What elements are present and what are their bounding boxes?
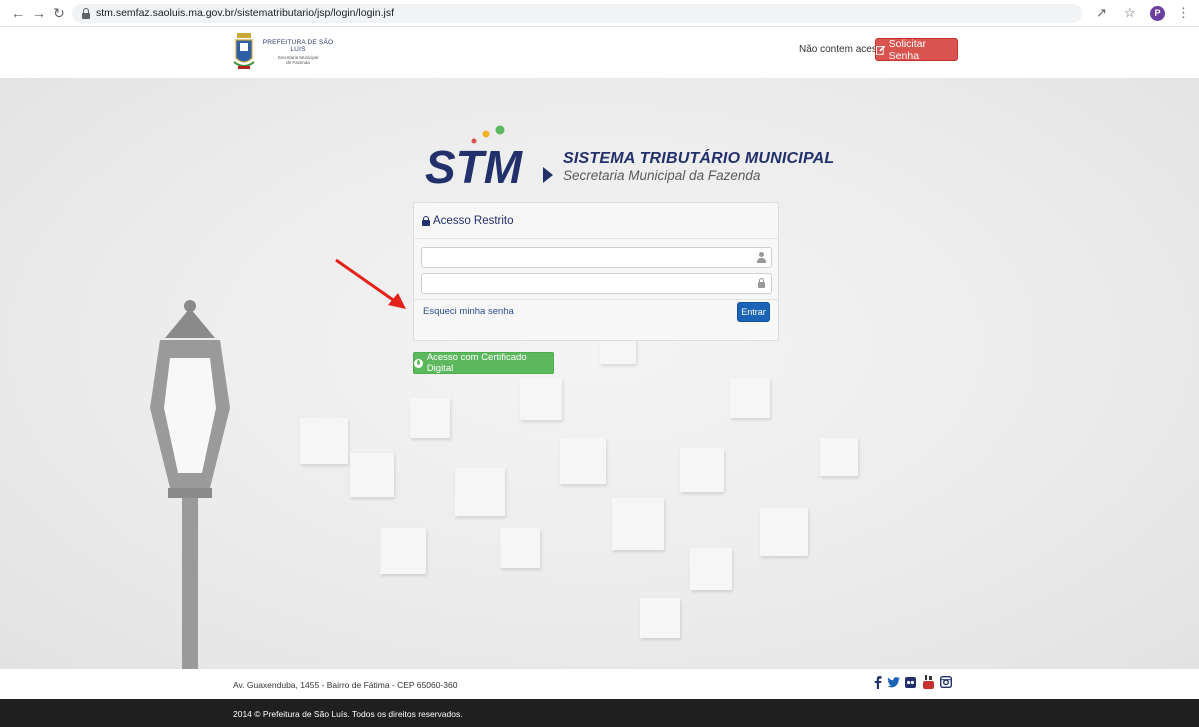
reload-icon[interactable]: ↻ — [51, 5, 67, 21]
globe-icon — [414, 358, 423, 368]
panel-divider — [414, 299, 778, 300]
svg-text:STM: STM — [425, 141, 524, 187]
browser-toolbar: ← → ↻ stm.semfaz.saoluis.ma.gov.br/siste… — [0, 0, 1199, 27]
share-icon[interactable]: ↗ — [1096, 4, 1107, 22]
login-button[interactable]: Entrar — [737, 302, 770, 322]
more-menu-icon[interactable]: ⋮ — [1177, 4, 1190, 22]
coat-of-arms-icon — [233, 33, 255, 69]
forgot-password-link[interactable]: Esqueci minha senha — [423, 306, 514, 317]
digital-certificate-label: Acesso com Certificado Digital — [426, 352, 527, 374]
panel-heading: Acesso Restrito — [414, 203, 778, 239]
system-subtitle: Secretaria Municipal da Fazenda — [563, 168, 761, 183]
instagram-icon[interactable] — [940, 675, 952, 689]
copyright-text: 2014 © Prefeitura de São Luís. Todos os … — [233, 709, 463, 719]
panel-title: Acesso Restrito — [422, 215, 514, 227]
street-lamp-illustration — [150, 300, 230, 669]
request-password-label: Solicitar Senha — [888, 37, 927, 62]
twitter-icon[interactable] — [886, 675, 900, 689]
digital-certificate-button[interactable]: Acesso com Certificado Digital — [413, 352, 554, 374]
site-header: PREFEITURA DE SÃO LUIS Secretaria Munici… — [0, 28, 1199, 78]
flickr-icon[interactable] — [904, 675, 916, 689]
panel-title-text: Acesso Restrito — [433, 215, 514, 227]
annotation-arrow-icon — [335, 258, 406, 309]
forward-icon[interactable]: → — [31, 5, 47, 21]
facebook-icon[interactable] — [872, 675, 884, 689]
user-icon — [757, 252, 766, 263]
footer-address: Av. Guaxenduba, 1455 - Bairro de Fátima … — [233, 680, 458, 690]
request-password-button[interactable]: Solicitar Senha — [875, 37, 958, 62]
org-line-1: PREFEITURA DE SÃO LUIS — [262, 39, 334, 53]
youtube-icon[interactable] — [922, 675, 934, 689]
edit-icon — [876, 45, 886, 55]
username-field[interactable] — [421, 247, 772, 268]
footer-copyright-bar: 2014 © Prefeitura de São Luís. Todos os … — [0, 699, 1199, 727]
url-text: stm.semfaz.saoluis.ma.gov.br/sistematrib… — [96, 7, 395, 19]
login-panel: Acesso Restrito Esqueci minha senha Entr… — [413, 202, 779, 341]
lock-icon — [82, 8, 90, 19]
org-name: PREFEITURA DE SÃO LUIS Secretaria Munici… — [258, 39, 338, 65]
username-input[interactable] — [422, 248, 752, 267]
password-input[interactable] — [422, 274, 752, 293]
org-line-3: de Fazenda — [286, 60, 310, 65]
system-title: SISTEMA TRIBUTÁRIO MUNICIPAL — [563, 150, 835, 167]
profile-avatar[interactable]: P — [1150, 6, 1165, 21]
bookmark-star-icon[interactable]: ☆ — [1124, 4, 1136, 22]
lock-icon — [422, 216, 430, 226]
address-bar[interactable]: stm.semfaz.saoluis.ma.gov.br/sistematrib… — [72, 4, 1082, 23]
lock-icon — [757, 278, 766, 289]
back-icon[interactable]: ← — [10, 5, 26, 21]
password-field[interactable] — [421, 273, 772, 294]
footer-info: Av. Guaxenduba, 1455 - Bairro de Fátima … — [0, 669, 1199, 699]
